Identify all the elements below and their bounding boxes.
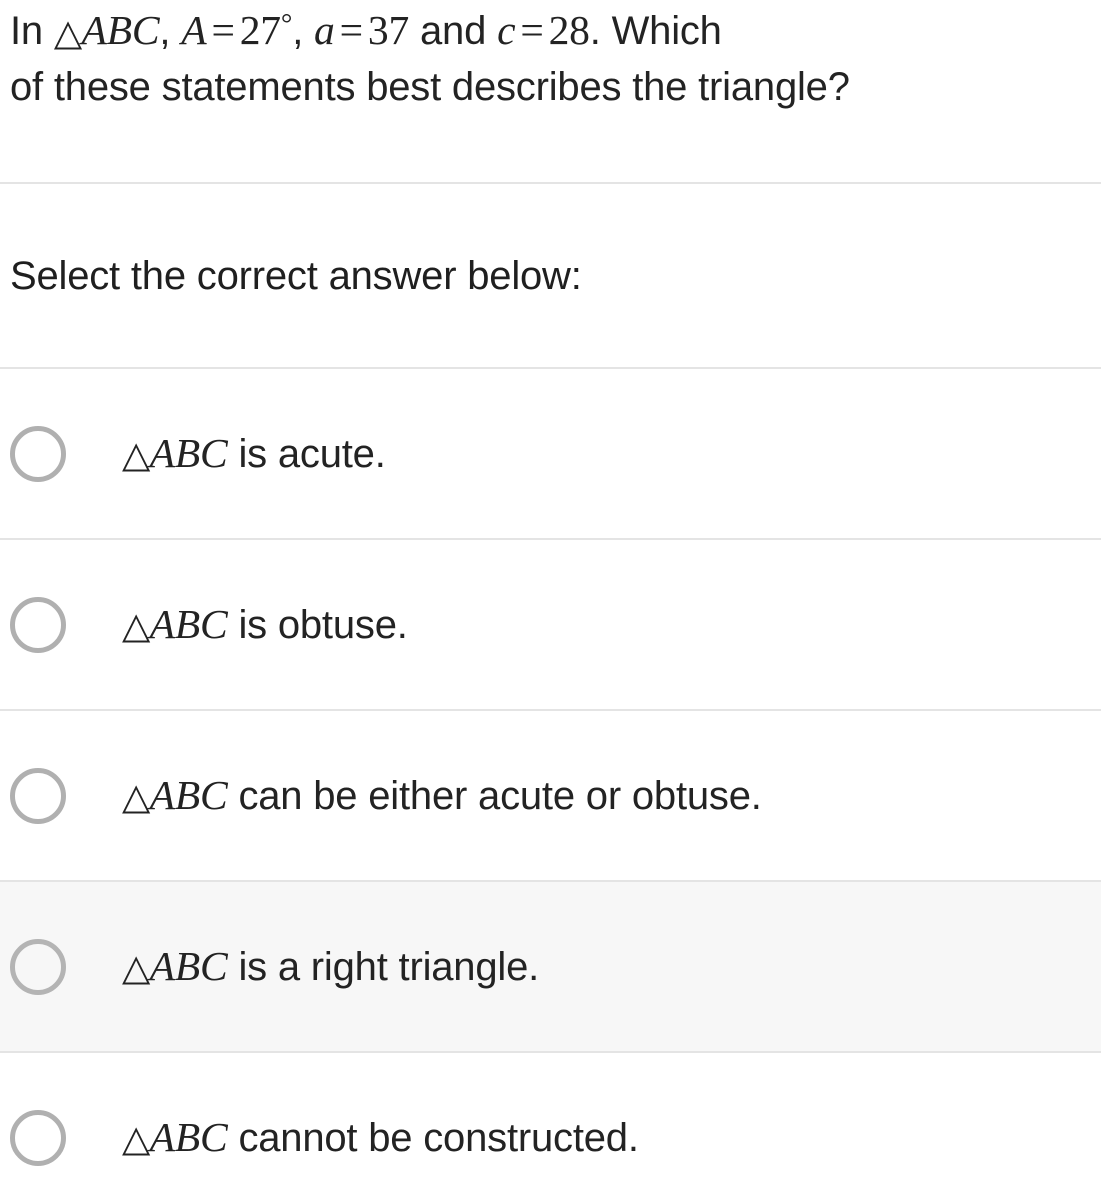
triangle-label: ABC <box>149 429 228 476</box>
triangle-label: ABC <box>149 771 228 818</box>
answer-option-text: is obtuse. <box>227 602 408 647</box>
triangle-icon: △ <box>53 10 82 54</box>
answer-option-text: cannot be constructed. <box>227 1115 639 1160</box>
question-which: . Which <box>589 9 722 53</box>
degree-symbol: ° <box>280 8 293 41</box>
side-a-value: 37 <box>367 7 410 53</box>
side-c-variable: c <box>497 7 516 53</box>
equals-sign-1: = <box>211 7 235 53</box>
answer-option-label: △ABC is obtuse. <box>122 600 408 650</box>
answer-option-label: △ABC cannot be constructed. <box>122 1113 639 1163</box>
question-page: In △ABC, A = 27°, a = 37 and c = 28. Which of t… <box>0 0 1101 1192</box>
answer-option-text: is acute. <box>227 431 386 476</box>
triangle-label: ABC <box>81 7 160 53</box>
question-stem-text: In △ABC, A = 27°, a = 37 and c = 28. Which of t… <box>10 4 850 113</box>
question-comma-1: , <box>159 9 182 53</box>
triangle-icon: △ <box>122 1117 150 1161</box>
radio-button-either[interactable] <box>10 767 66 824</box>
triangle-label: ABC <box>149 600 228 647</box>
triangle-label: ABC <box>149 942 228 989</box>
triangle-icon: △ <box>122 604 150 648</box>
triangle-icon: △ <box>122 775 150 819</box>
radio-button-obtuse[interactable] <box>10 596 66 653</box>
answer-option-label: △ABC is acute. <box>122 429 386 479</box>
triangle-label: ABC <box>149 1113 228 1160</box>
answer-option-text: is a right triangle. <box>227 944 540 989</box>
question-line-2: of these statements best describes the t… <box>10 65 850 109</box>
answer-option-acute[interactable]: △ABC is acute. <box>0 369 1101 538</box>
triangle-icon: △ <box>122 946 150 990</box>
select-answer-prompt: Select the correct answer below: <box>10 253 582 298</box>
radio-button-acute[interactable] <box>10 425 66 482</box>
angle-variable: A <box>181 7 207 53</box>
equals-sign-2: = <box>339 7 363 53</box>
question-prefix: In <box>10 9 54 53</box>
angle-value: 27 <box>239 7 281 53</box>
question-comma-2: , <box>292 9 315 53</box>
question-stem: In △ABC, A = 27°, a = 37 and c = 28. Which of t… <box>0 0 1101 182</box>
answer-option-right-triangle[interactable]: △ABC is a right triangle. <box>0 882 1101 1051</box>
answer-option-label: △ABC can be either acute or obtuse. <box>122 771 762 821</box>
answer-option-cannot-construct[interactable]: △ABC cannot be constructed. <box>0 1053 1101 1192</box>
side-a-variable: a <box>314 7 335 53</box>
answer-option-label: △ABC is a right triangle. <box>122 942 539 992</box>
and-word: and <box>409 9 498 53</box>
answer-option-text: can be either acute or obtuse. <box>227 773 762 818</box>
side-c-value: 28 <box>548 7 590 53</box>
radio-button-right-triangle[interactable] <box>10 938 66 995</box>
answer-option-either[interactable]: △ABC can be either acute or obtuse. <box>0 711 1101 880</box>
answer-option-obtuse[interactable]: △ABC is obtuse. <box>0 540 1101 709</box>
radio-button-cannot-construct[interactable] <box>10 1109 66 1166</box>
triangle-icon: △ <box>122 433 150 477</box>
equals-sign-3: = <box>520 7 544 53</box>
